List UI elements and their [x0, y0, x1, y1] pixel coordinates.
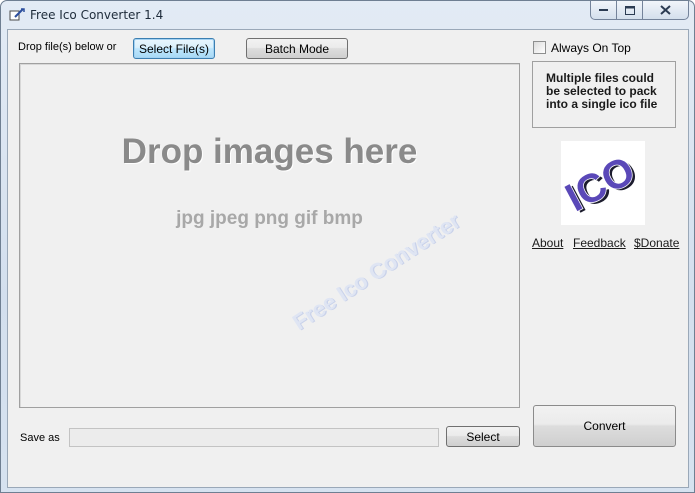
select-files-button[interactable]: Select File(s)	[133, 38, 215, 59]
title-bar[interactable]: Free Ico Converter 1.4	[1, 1, 694, 29]
app-icon	[9, 8, 25, 21]
drop-zone[interactable]: Drop images here jpg jpeg png gif bmp Fr…	[19, 63, 520, 408]
select-save-path-button[interactable]: Select	[446, 426, 520, 447]
app-window: Free Ico Converter 1.4 Drop file(s) belo…	[0, 0, 695, 493]
donate-link[interactable]: $Donate	[634, 236, 679, 250]
info-box: Multiple files could be selected to pack…	[532, 61, 676, 128]
save-as-field[interactable]	[69, 428, 439, 447]
always-on-top-checkbox[interactable]	[533, 41, 546, 54]
feedback-link[interactable]: Feedback	[573, 236, 626, 250]
convert-button[interactable]: Convert	[533, 405, 676, 447]
ico-logo-image: ICO ICO	[558, 147, 645, 222]
minimize-icon	[599, 9, 608, 11]
ico-logo: ICO ICO	[558, 141, 645, 225]
minimize-button[interactable]	[590, 1, 617, 20]
maximize-icon	[624, 5, 635, 15]
close-button[interactable]	[643, 1, 689, 20]
maximize-button[interactable]	[617, 1, 643, 20]
window-title: Free Ico Converter 1.4	[30, 8, 164, 22]
batch-mode-button[interactable]: Batch Mode	[246, 38, 348, 59]
about-link[interactable]: About	[532, 236, 563, 250]
drop-zone-title: Drop images here	[121, 132, 418, 171]
close-icon	[660, 5, 671, 15]
main-panel: Drop file(s) below or Select File(s) Bat…	[7, 29, 689, 488]
save-as-label: Save as	[20, 432, 60, 444]
always-on-top-label[interactable]: Always On Top	[551, 41, 631, 55]
info-text: Multiple files could be selected to pack…	[546, 71, 658, 111]
drop-instruction-label: Drop file(s) below or	[18, 41, 117, 53]
